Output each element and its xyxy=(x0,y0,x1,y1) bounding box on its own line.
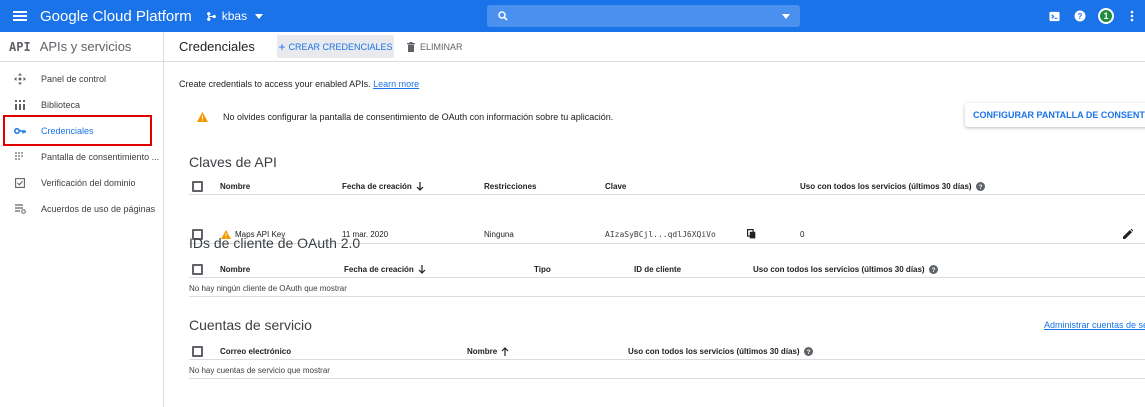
column-header-usage: Uso con todos los servicios (últimos 30 … xyxy=(800,178,985,194)
dashboard-icon xyxy=(14,73,26,85)
svg-text:?: ? xyxy=(931,267,935,274)
arrow-down-icon xyxy=(418,264,426,274)
create-credentials-label: CREAR CREDENCIALES xyxy=(288,41,393,52)
consent-icon xyxy=(14,151,26,163)
sidebar-item-label: Acuerdos de uso de páginas xyxy=(41,204,156,214)
api-key-value: AIzaSyBCjl...qdlJ6XQiVo xyxy=(605,229,716,239)
oauth-clients-title: IDs de cliente de OAuth 2.0 xyxy=(189,235,361,251)
notifications-icon[interactable]: 1 xyxy=(1093,0,1119,32)
column-header[interactable]: Nombre xyxy=(220,178,250,194)
more-options-icon[interactable] xyxy=(1119,0,1145,32)
column-header-label: Nombre xyxy=(467,346,498,356)
select-all-checkbox[interactable] xyxy=(192,180,203,192)
column-header[interactable]: Tipo xyxy=(534,261,551,277)
service-accounts-empty-message: No hay cuentas de servicio que mostrar xyxy=(189,362,1145,379)
sidebar-header: API APIs y servicios xyxy=(0,32,163,62)
oauth-consent-alert: No olvides configurar la pantalla de con… xyxy=(223,112,614,122)
project-selector[interactable]: kbas xyxy=(206,9,264,23)
delete-button[interactable]: ELIMINAR xyxy=(407,35,463,58)
column-header-label: Uso con todos los servicios (últimos 30 … xyxy=(800,181,972,191)
learn-more-link[interactable]: Learn more xyxy=(373,79,419,89)
intro-sentence: Create credentials to access your enable… xyxy=(179,79,371,89)
sidebar-item-label: Verificación del dominio xyxy=(41,178,136,188)
help-icon[interactable]: ? xyxy=(975,181,985,191)
search-dropdown-icon[interactable] xyxy=(782,14,790,19)
sidebar-item-label: Biblioteca xyxy=(41,100,81,110)
column-header-label: Fecha de creación xyxy=(344,264,414,274)
warning-icon xyxy=(197,112,208,122)
select-all-checkbox[interactable] xyxy=(192,263,203,275)
copy-icon[interactable] xyxy=(747,225,756,243)
top-app-bar: Google Cloud Platform kbas ? 1 xyxy=(0,0,1145,32)
intro-text: Create credentials to access your enable… xyxy=(179,79,419,89)
svg-text:?: ? xyxy=(1078,12,1083,21)
cloud-shell-icon[interactable] xyxy=(1041,0,1067,32)
configure-consent-button[interactable]: CONFIGURAR PANTALLA DE CONSENTIMIENTO xyxy=(965,103,1145,127)
sidebar-title[interactable]: APIs y servicios xyxy=(40,39,132,54)
search-bar[interactable] xyxy=(487,5,800,27)
column-header-label: Uso con todos los servicios (últimos 30 … xyxy=(753,264,925,274)
column-header-sortable[interactable]: Fecha de creación xyxy=(342,178,424,194)
help-icon[interactable]: ? xyxy=(803,346,813,356)
usage-value: 0 xyxy=(800,229,805,239)
main-content: Credenciales + CREAR CREDENCIALES ELIMIN… xyxy=(164,32,1145,407)
create-credentials-button[interactable]: + CREAR CREDENCIALES xyxy=(277,35,394,58)
column-header[interactable]: Clave xyxy=(605,178,626,194)
service-accounts-header-row: Correo electrónico Nombre Uso con todos … xyxy=(189,343,1145,360)
edit-icon[interactable] xyxy=(1123,225,1133,243)
sidebar: API APIs y servicios Panel de control Bi… xyxy=(0,32,164,407)
sidebar-item-label: Pantalla de consentimiento ... xyxy=(41,152,160,162)
svg-text:?: ? xyxy=(806,349,810,356)
library-icon xyxy=(14,99,26,111)
svg-text:?: ? xyxy=(978,184,982,191)
search-icon xyxy=(498,11,508,21)
trash-icon xyxy=(407,41,415,52)
brand-title[interactable]: Google Cloud Platform xyxy=(40,8,192,25)
column-header-sortable[interactable]: Fecha de creación xyxy=(344,261,426,277)
sidebar-item-domain-verification[interactable]: Verificación del dominio xyxy=(0,170,163,196)
arrow-down-icon xyxy=(416,181,424,191)
oauth-empty-message: No hay ningún cliente de OAuth que mostr… xyxy=(189,280,1145,297)
api-keys-header-row: Nombre Fecha de creación Restricciones C… xyxy=(189,178,1145,195)
column-header-label: Fecha de creación xyxy=(342,181,412,191)
project-name: kbas xyxy=(221,9,248,23)
api-keys-title: Claves de API xyxy=(189,154,277,170)
sidebar-item-page-agreements[interactable]: Acuerdos de uso de páginas xyxy=(0,196,163,222)
api-logo: API xyxy=(9,39,31,54)
column-header-usage: Uso con todos los servicios (últimos 30 … xyxy=(628,343,813,359)
select-all-checkbox[interactable] xyxy=(192,345,203,357)
help-icon[interactable]: ? xyxy=(928,264,938,274)
column-header[interactable]: Restricciones xyxy=(484,178,536,194)
plus-icon: + xyxy=(278,39,286,54)
column-header[interactable]: Correo electrónico xyxy=(220,343,291,359)
sidebar-item-consent-screen[interactable]: Pantalla de consentimiento ... xyxy=(0,144,163,170)
sidebar-item-dashboard[interactable]: Panel de control xyxy=(0,66,163,92)
notification-count-badge: 1 xyxy=(1098,8,1114,24)
oauth-header-row: Nombre Fecha de creación Tipo ID de clie… xyxy=(189,261,1145,278)
delete-label: ELIMINAR xyxy=(420,41,463,52)
hamburger-menu-icon[interactable] xyxy=(0,0,40,32)
arrow-up-icon xyxy=(501,346,509,356)
column-header-sortable[interactable]: Nombre xyxy=(467,343,509,359)
restrictions: Ninguna xyxy=(484,229,514,239)
page-title: Credenciales xyxy=(179,39,255,54)
service-accounts-title: Cuentas de servicio xyxy=(189,317,312,333)
column-header-usage: Uso con todos los servicios (últimos 30 … xyxy=(753,261,938,277)
manage-service-accounts-link[interactable]: Administrar cuentas de servicio xyxy=(1044,320,1145,330)
help-icon[interactable]: ? xyxy=(1067,0,1093,32)
column-header[interactable]: ID de cliente xyxy=(634,261,681,277)
domain-check-icon xyxy=(14,177,26,189)
project-tree-icon xyxy=(206,11,216,21)
agreements-icon xyxy=(14,203,26,215)
highlight-annotation xyxy=(3,115,152,146)
chevron-down-icon xyxy=(255,13,264,19)
column-header-label: Uso con todos los servicios (últimos 30 … xyxy=(628,346,800,356)
sidebar-item-label: Panel de control xyxy=(41,74,107,84)
search-input[interactable] xyxy=(511,5,771,27)
column-header[interactable]: Nombre xyxy=(220,261,250,277)
